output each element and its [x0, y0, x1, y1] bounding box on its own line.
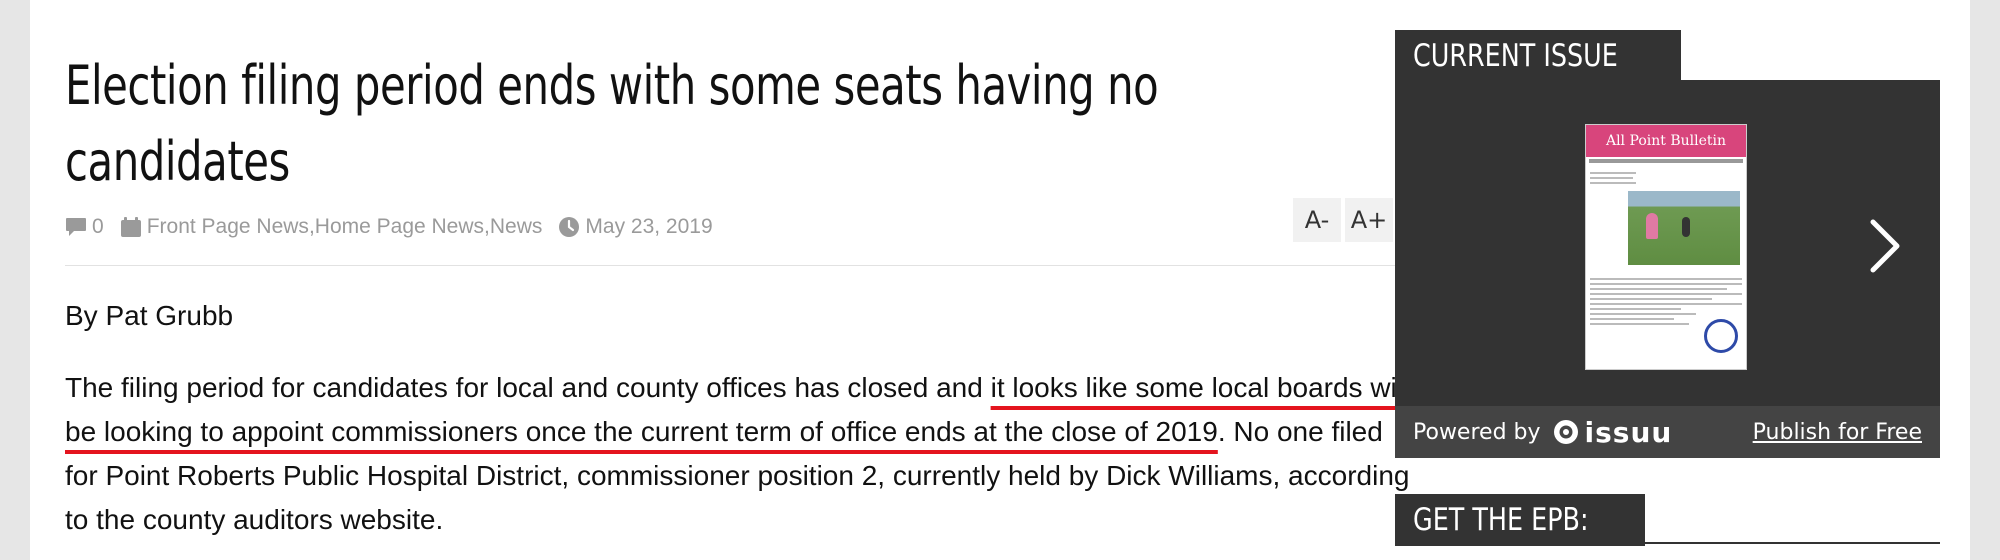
comment-count[interactable]: 0	[65, 215, 104, 239]
get-epb-heading-text: GET THE EPB:	[1413, 502, 1589, 538]
category-link[interactable]: Front Page News	[147, 215, 309, 239]
cover-teasers	[1590, 169, 1742, 187]
date-value: May 23, 2019	[585, 215, 713, 238]
category-link[interactable]: Home Page News	[315, 215, 484, 239]
issuu-logo[interactable]: issuu	[1553, 416, 1673, 449]
category-link[interactable]: News	[490, 215, 543, 239]
issuu-logo-icon	[1553, 420, 1578, 444]
comment-count-value: 0	[92, 215, 104, 238]
issuu-brand-text: issuu	[1584, 415, 1673, 449]
cover-strip	[1589, 159, 1743, 163]
byline: By Pat Grubb	[65, 300, 234, 331]
cover-figure	[1682, 217, 1690, 237]
article-paragraph: The filing period for candidates for loc…	[65, 366, 1410, 542]
cover-masthead: All Point Bulletin	[1586, 125, 1746, 157]
categories: Front Page News, Home Page News, News	[120, 215, 543, 239]
font-size-controls: A- A+	[1289, 198, 1393, 242]
publish-date: May 23, 2019	[558, 215, 713, 239]
paragraph-text: The filing period for candidates for loc…	[65, 372, 991, 403]
issue-viewer: All Point Bulletin	[1395, 80, 1940, 406]
comment-icon	[66, 218, 86, 236]
current-issue-heading: CURRENT ISSUE	[1395, 30, 1681, 82]
cover-figure	[1646, 213, 1658, 239]
publish-for-free-link[interactable]: Publish for Free	[1753, 420, 1922, 445]
font-increase-button[interactable]: A+	[1345, 198, 1393, 242]
current-issue-heading-text: CURRENT ISSUE	[1413, 38, 1618, 74]
font-decrease-button[interactable]: A-	[1293, 198, 1341, 242]
clock-icon	[559, 217, 580, 237]
get-epb-heading: GET THE EPB:	[1395, 494, 1646, 546]
issue-cover[interactable]: All Point Bulletin	[1585, 124, 1747, 370]
section-rule	[1395, 542, 1940, 544]
issuu-footer: Powered by issuu Publish for Free	[1395, 406, 1940, 458]
page: Election filing period ends with some se…	[30, 0, 1970, 560]
powered-by-label: Powered by	[1413, 419, 1541, 445]
article-title: Election filing period ends with some se…	[65, 54, 1159, 193]
folder-icon	[120, 217, 141, 237]
chevron-right-icon[interactable]	[1865, 216, 1905, 276]
divider	[65, 265, 1395, 266]
article-meta: 0 Front Page News, Home Page News, News …	[65, 210, 1395, 244]
cover-seal	[1704, 319, 1738, 353]
